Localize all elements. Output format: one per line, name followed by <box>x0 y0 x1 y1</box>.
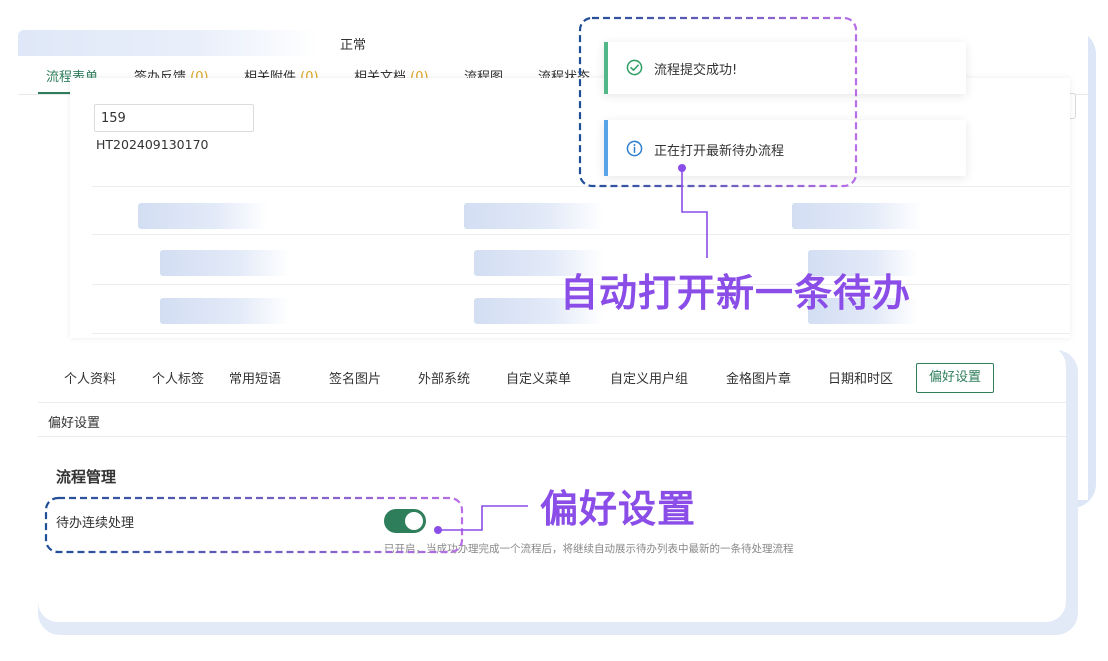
preference-callout-frame <box>44 496 528 554</box>
preference-callout: 偏好设置 <box>540 487 697 531</box>
